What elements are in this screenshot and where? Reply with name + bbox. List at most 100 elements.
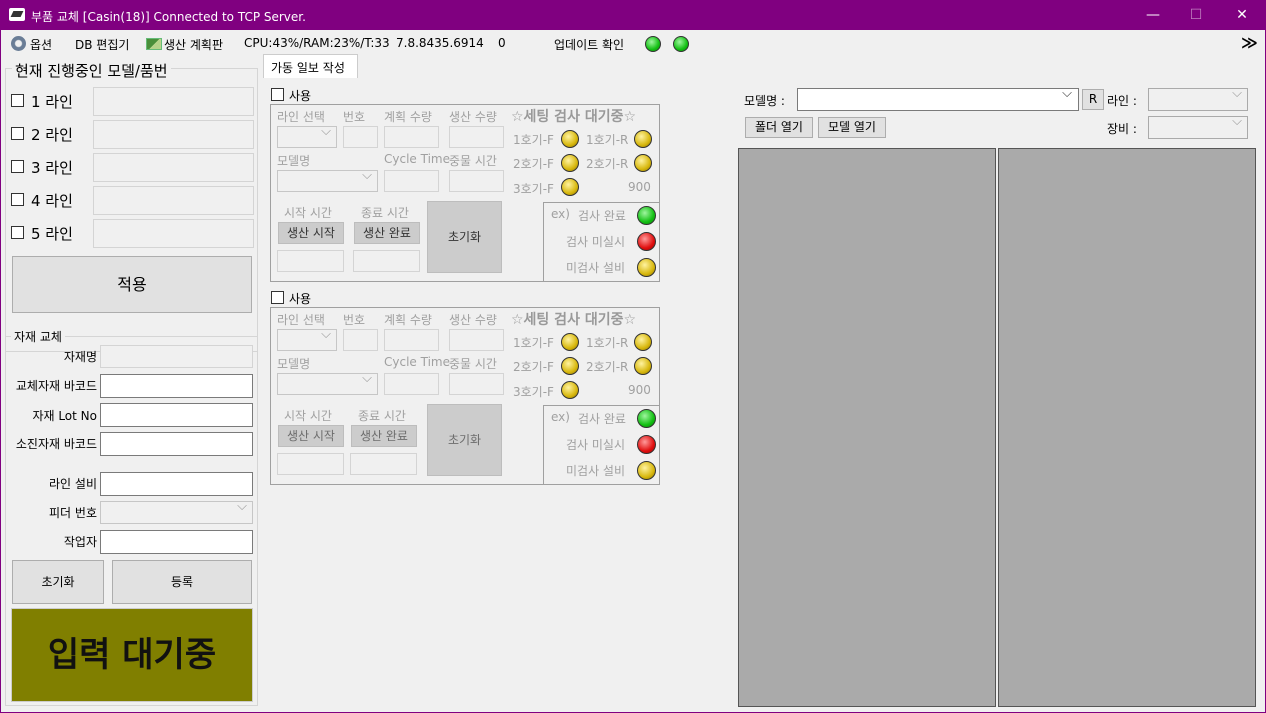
version-label: 7.8.8435.6914 <box>396 36 484 50</box>
block-1-stop-time-label: 중물 시간 <box>449 154 497 168</box>
block-1-prod-qty-label: 생산 수량 <box>449 110 497 124</box>
apply-button[interactable]: 적용 <box>12 256 252 313</box>
model-name-select[interactable] <box>797 86 1079 111</box>
block-2-prod-qty-label: 생산 수량 <box>449 313 497 327</box>
model-name-label: 모델명 : <box>744 94 785 108</box>
block-2-f1-lamp <box>561 333 579 351</box>
line-4-checkbox[interactable] <box>11 193 24 206</box>
block-1-legend-red-lamp <box>637 232 656 251</box>
block-1-f2-label: 2호기-F <box>513 157 554 171</box>
line-5-model-field[interactable] <box>93 219 254 248</box>
block-1-legend-not-label: 검사 미실시 <box>566 235 626 249</box>
block-1-f2-lamp <box>561 154 579 172</box>
register-button[interactable]: 등록 <box>112 560 252 604</box>
block-1-plan-qty-field[interactable] <box>384 126 439 148</box>
line-3-model-field[interactable] <box>93 153 254 182</box>
worker-input[interactable] <box>100 530 253 554</box>
block-2-number-field[interactable] <box>343 329 378 351</box>
menu-production-plan[interactable]: 생산 계획판 <box>164 36 223 53</box>
worker-label: 작업자 <box>63 535 97 549</box>
line-2-model-field[interactable] <box>93 120 254 149</box>
block-1-number-label: 번호 <box>343 110 366 124</box>
block-2-plan-qty-field[interactable] <box>384 329 439 351</box>
block-1-legend-yellow-lamp <box>637 258 656 277</box>
block-1-start-time-field[interactable] <box>277 250 344 272</box>
block-1-f3-lamp <box>561 178 579 196</box>
block-2-use-checkbox[interactable] <box>271 291 284 304</box>
maximize-button[interactable]: ☐ <box>1173 0 1219 30</box>
replace-barcode-input[interactable] <box>100 374 253 398</box>
chart-icon <box>146 38 162 50</box>
block-1-r1-lamp <box>634 130 652 148</box>
block-1-f1-label: 1호기-F <box>513 133 554 147</box>
material-group-title: 자재 교체 <box>11 328 65 345</box>
block-1-line-select[interactable] <box>277 124 337 148</box>
block-2-end-time-field[interactable] <box>350 453 417 475</box>
open-folder-button[interactable]: 폴더 열기 <box>745 117 813 138</box>
block-1-prod-qty-field[interactable] <box>449 126 504 148</box>
block-1-end-button[interactable]: 생산 완료 <box>354 222 420 244</box>
block-2-r2-label: 2호기-R <box>586 360 629 374</box>
block-1-start-button[interactable]: 생산 시작 <box>278 222 344 244</box>
block-1-end-time-field[interactable] <box>353 250 420 272</box>
consumed-barcode-input[interactable] <box>100 432 253 456</box>
block-1-line-select-label: 라인 선택 <box>277 110 325 124</box>
line-3-checkbox[interactable] <box>11 160 24 173</box>
material-name-label: 자재명 <box>63 350 97 364</box>
block-2-cycle-time-field[interactable] <box>384 373 439 395</box>
block-2-use-label: 사용 <box>289 292 312 306</box>
block-2-model-select[interactable] <box>277 371 378 395</box>
block-2-r1-label: 1호기-R <box>586 336 629 350</box>
expand-icon[interactable]: ≫ <box>1241 33 1258 52</box>
block-2-setting-title: ☆세팅 검사 대기중☆ <box>511 312 637 328</box>
refresh-r-button[interactable]: R <box>1082 89 1104 110</box>
line-2-checkbox[interactable] <box>11 127 24 140</box>
block-2-f3-label: 3호기-F <box>513 385 554 399</box>
menu-db-editor[interactable]: DB 편집기 <box>75 36 129 53</box>
lot-no-label: 자재 Lot No <box>32 409 97 423</box>
block-1-r1-label: 1호기-R <box>586 133 629 147</box>
line-4-model-field[interactable] <box>93 186 254 215</box>
block-1-reset-button[interactable]: 초기화 <box>427 201 502 273</box>
block-2-legend-uninspected-label: 미검사 설비 <box>566 464 626 478</box>
material-name-field[interactable] <box>100 345 253 368</box>
block-1-use-checkbox[interactable] <box>271 88 284 101</box>
block-1-f1-lamp <box>561 130 579 148</box>
block-2-end-button[interactable]: 생산 완료 <box>351 425 417 447</box>
line-equipment-input[interactable] <box>100 472 253 496</box>
block-1-model-select[interactable] <box>277 168 378 192</box>
close-button[interactable]: ✕ <box>1219 0 1265 30</box>
main-window: 옵션 DB 편집기 생산 계획판 CPU:43%/RAM:23%/T:33 7.… <box>1 30 1265 712</box>
block-2-end-time-label: 종료 시간 <box>358 409 406 423</box>
block-1-r2-label: 2호기-R <box>586 157 629 171</box>
block-2-line-select[interactable] <box>277 327 337 351</box>
line-select[interactable] <box>1148 86 1248 111</box>
block-1-number-field[interactable] <box>343 126 378 148</box>
tab-daily-report-label: 가동 일보 작성 <box>271 61 345 75</box>
tab-daily-report[interactable]: 가동 일보 작성 <box>263 54 358 78</box>
block-2-legend-not-label: 검사 미실시 <box>566 438 626 452</box>
block-2-ex-label: ex) <box>551 410 570 424</box>
block-2-reset-button[interactable]: 초기화 <box>427 404 502 476</box>
block-2-start-time-field[interactable] <box>277 453 344 475</box>
lot-no-input[interactable] <box>100 403 253 427</box>
block-2-r1-lamp <box>634 333 652 351</box>
block-1-stop-time-field[interactable] <box>449 170 504 192</box>
block-2-stop-time-field[interactable] <box>449 373 504 395</box>
block-2-start-button[interactable]: 생산 시작 <box>278 425 344 447</box>
minimize-button[interactable]: — <box>1130 0 1176 30</box>
line-1-checkbox[interactable] <box>11 94 24 107</box>
line-1-model-field[interactable] <box>93 87 254 116</box>
material-reset-button[interactable]: 초기화 <box>12 560 104 604</box>
block-2-prod-qty-field[interactable] <box>449 329 504 351</box>
menu-update-check[interactable]: 업데이트 확인 <box>554 36 624 53</box>
open-model-button[interactable]: 모델 열기 <box>818 117 886 138</box>
menu-options[interactable]: 옵션 <box>30 36 52 53</box>
block-1-plan-qty-label: 계획 수량 <box>384 110 432 124</box>
line-5-checkbox[interactable] <box>11 226 24 239</box>
equipment-select[interactable] <box>1148 114 1248 139</box>
title-bar: 부품 교체 [Casin(18)] Connected to TCP Serve… <box>0 0 1266 30</box>
line-3-label: 3 라인 <box>31 159 73 177</box>
feeder-no-select[interactable] <box>100 499 253 524</box>
block-1-cycle-time-field[interactable] <box>384 170 439 192</box>
